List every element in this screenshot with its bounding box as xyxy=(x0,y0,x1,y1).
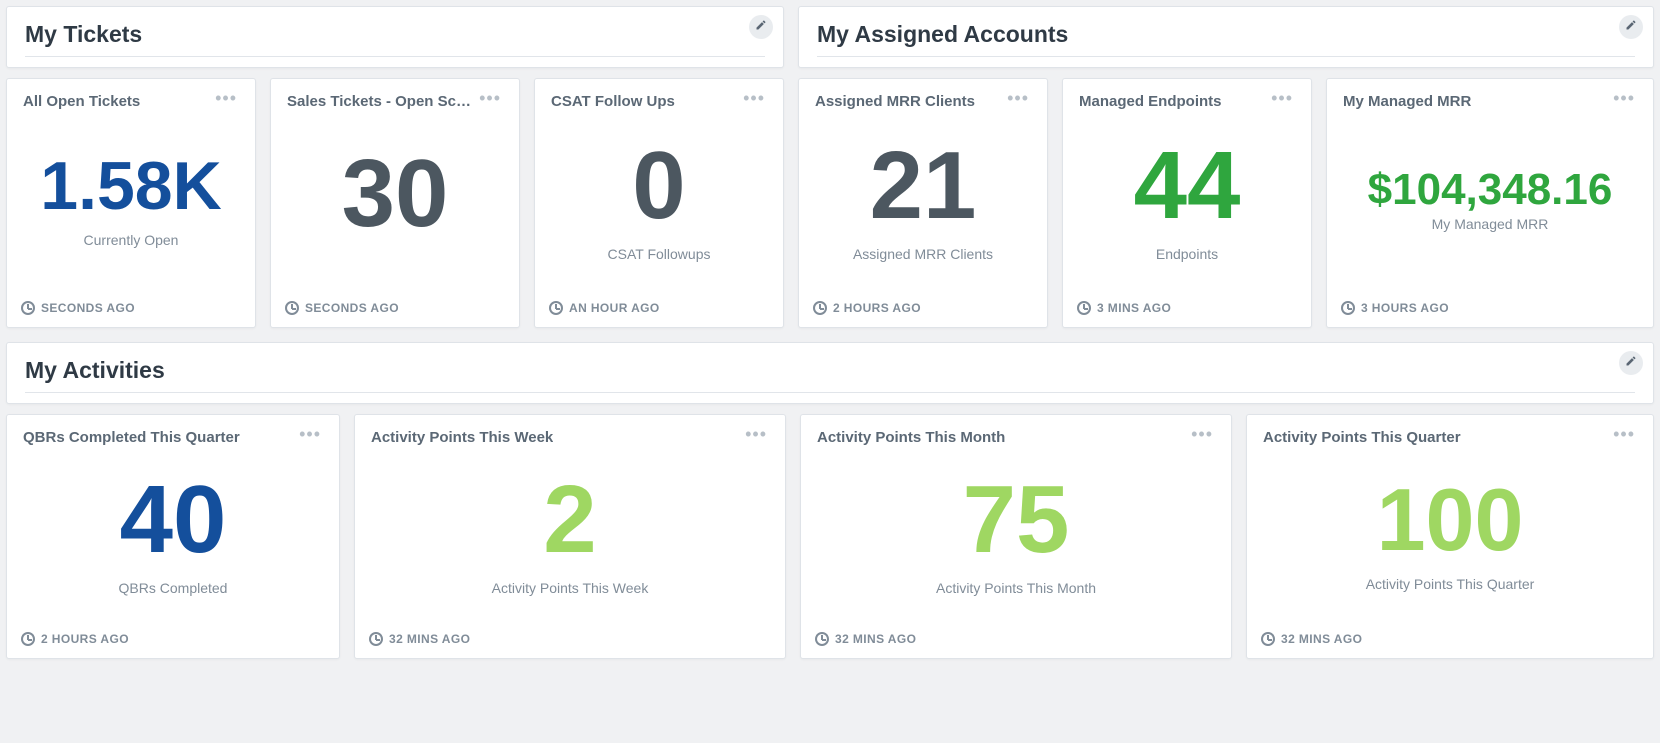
more-menu[interactable]: ••• xyxy=(1611,93,1637,103)
more-menu[interactable]: ••• xyxy=(743,429,769,439)
timestamp: 3 MINS AGO xyxy=(1097,301,1171,315)
metric-sublabel: CSAT Followups xyxy=(608,246,711,262)
card-title: QBRs Completed This Quarter xyxy=(23,429,240,446)
card-title: All Open Tickets xyxy=(23,93,140,110)
metric-sublabel: Activity Points This Month xyxy=(936,580,1096,596)
card-title: Activity Points This Month xyxy=(817,429,1005,446)
clock-icon xyxy=(1261,632,1275,646)
pencil-icon xyxy=(755,18,767,36)
metric-sublabel: Endpoints xyxy=(1156,246,1218,262)
section-my-tickets: My Tickets xyxy=(6,6,784,68)
more-menu[interactable]: ••• xyxy=(1189,429,1215,439)
section-my-activities: My Activities xyxy=(6,342,1654,404)
card-activity-points-month[interactable]: Activity Points This Month ••• 75 Activi… xyxy=(800,414,1232,659)
metric-value: 100 xyxy=(1377,476,1524,564)
edit-section-accounts[interactable] xyxy=(1619,15,1643,39)
metric-sublabel: Assigned MRR Clients xyxy=(853,246,993,262)
more-menu[interactable]: ••• xyxy=(213,93,239,103)
more-menu[interactable]: ••• xyxy=(741,93,767,103)
metric-sublabel: Activity Points This Week xyxy=(492,580,649,596)
clock-icon xyxy=(369,632,383,646)
pencil-icon xyxy=(1625,18,1637,36)
card-title: Assigned MRR Clients xyxy=(815,93,975,110)
timestamp: 3 HOURS AGO xyxy=(1361,301,1449,315)
timestamp: AN HOUR AGO xyxy=(569,301,660,315)
section-my-assigned-accounts: My Assigned Accounts xyxy=(798,6,1654,68)
card-title: CSAT Follow Ups xyxy=(551,93,675,110)
clock-icon xyxy=(1077,301,1091,315)
timestamp: SECONDS AGO xyxy=(305,301,399,315)
metric-value: $104,348.16 xyxy=(1368,168,1613,212)
more-menu[interactable]: ••• xyxy=(1611,429,1637,439)
card-qbrs-completed[interactable]: QBRs Completed This Quarter ••• 40 QBRs … xyxy=(6,414,340,659)
more-menu[interactable]: ••• xyxy=(477,93,503,103)
clock-icon xyxy=(1341,301,1355,315)
timestamp: 32 MINS AGO xyxy=(835,632,916,646)
card-title: My Managed MRR xyxy=(1343,93,1471,110)
more-menu[interactable]: ••• xyxy=(297,429,323,439)
card-sales-tickets[interactable]: Sales Tickets - Open Sch... ••• 30 SECON… xyxy=(270,78,520,328)
metric-sublabel: QBRs Completed xyxy=(119,580,228,596)
metric-value: 0 xyxy=(632,138,685,234)
divider xyxy=(25,56,765,57)
card-all-open-tickets[interactable]: All Open Tickets ••• 1.58K Currently Ope… xyxy=(6,78,256,328)
timestamp: 2 HOURS AGO xyxy=(833,301,921,315)
card-title: Sales Tickets - Open Sch... xyxy=(287,93,477,110)
clock-icon xyxy=(813,301,827,315)
metric-value: 44 xyxy=(1134,138,1241,234)
clock-icon xyxy=(285,301,299,315)
section-title-tickets: My Tickets xyxy=(25,21,765,48)
card-my-managed-mrr[interactable]: My Managed MRR ••• $104,348.16 My Manage… xyxy=(1326,78,1654,328)
metric-value: 30 xyxy=(342,146,449,242)
pencil-icon xyxy=(1625,354,1637,372)
timestamp: 32 MINS AGO xyxy=(389,632,470,646)
card-csat-followups[interactable]: CSAT Follow Ups ••• 0 CSAT Followups AN … xyxy=(534,78,784,328)
card-title: Activity Points This Quarter xyxy=(1263,429,1461,446)
timestamp: 2 HOURS AGO xyxy=(41,632,129,646)
card-title: Activity Points This Week xyxy=(371,429,553,446)
divider xyxy=(25,392,1635,393)
metric-value: 2 xyxy=(543,472,596,568)
card-title: Managed Endpoints xyxy=(1079,93,1222,110)
card-activity-points-week[interactable]: Activity Points This Week ••• 2 Activity… xyxy=(354,414,786,659)
edit-section-activities[interactable] xyxy=(1619,351,1643,375)
timestamp: SECONDS AGO xyxy=(41,301,135,315)
card-managed-endpoints[interactable]: Managed Endpoints ••• 44 Endpoints 3 MIN… xyxy=(1062,78,1312,328)
clock-icon xyxy=(815,632,829,646)
card-activity-points-quarter[interactable]: Activity Points This Quarter ••• 100 Act… xyxy=(1246,414,1654,659)
section-title-accounts: My Assigned Accounts xyxy=(817,21,1635,48)
metric-sublabel: Activity Points This Quarter xyxy=(1366,576,1535,592)
metric-value: 40 xyxy=(120,472,227,568)
more-menu[interactable]: ••• xyxy=(1269,93,1295,103)
more-menu[interactable]: ••• xyxy=(1005,93,1031,103)
metric-sublabel: Currently Open xyxy=(84,232,179,248)
clock-icon xyxy=(21,632,35,646)
metric-value: 21 xyxy=(870,138,977,234)
clock-icon xyxy=(549,301,563,315)
metric-sublabel: My Managed MRR xyxy=(1432,216,1549,232)
divider xyxy=(817,56,1635,57)
card-assigned-mrr-clients[interactable]: Assigned MRR Clients ••• 21 Assigned MRR… xyxy=(798,78,1048,328)
timestamp: 32 MINS AGO xyxy=(1281,632,1362,646)
clock-icon xyxy=(21,301,35,315)
metric-value: 1.58K xyxy=(40,152,221,220)
edit-section-tickets[interactable] xyxy=(749,15,773,39)
section-title-activities: My Activities xyxy=(25,357,1635,384)
metric-value: 75 xyxy=(963,472,1070,568)
